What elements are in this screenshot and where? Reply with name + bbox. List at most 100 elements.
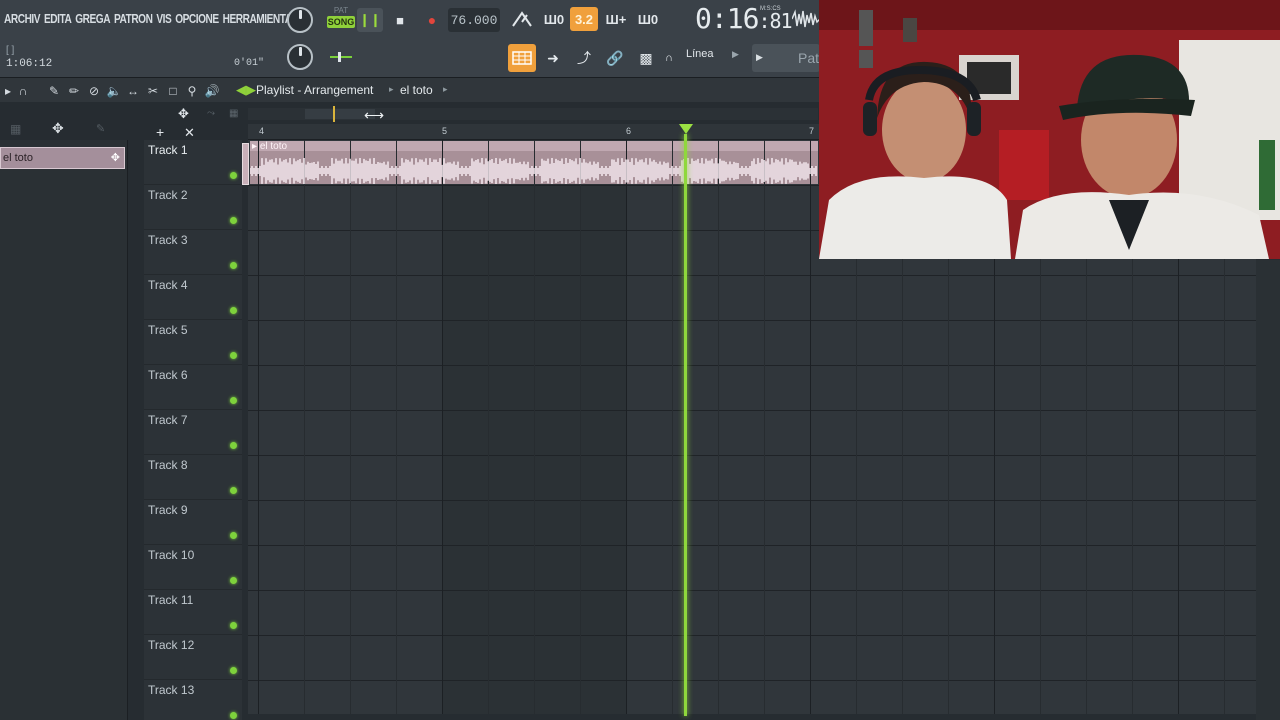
menu-view[interactable]: VIS	[156, 11, 171, 26]
slip-icon[interactable]: ↔	[125, 83, 141, 99]
track-mute-led[interactable]	[230, 262, 237, 269]
song-time-sub: :81	[758, 9, 792, 33]
select-icon[interactable]: □	[165, 83, 181, 99]
playlist-play-icon[interactable]: ◀▶	[236, 82, 256, 98]
arrow-forward-button[interactable]: ➜	[539, 44, 567, 72]
track-header[interactable]: Track 11	[144, 590, 242, 635]
track-header[interactable]: Track 2	[144, 185, 242, 230]
browser-button[interactable]: ▩	[632, 44, 660, 72]
master-slider[interactable]	[330, 52, 352, 62]
track-name: Track 2	[148, 188, 188, 202]
track-header[interactable]: Track 3	[144, 230, 242, 275]
magnet-icon: ∩	[665, 52, 673, 64]
step-edit-icon: Ш+	[605, 11, 627, 27]
track-mute-led[interactable]	[230, 307, 237, 314]
track-name: Track 8	[148, 458, 188, 472]
track-mute-led[interactable]	[230, 487, 237, 494]
ruler-bar-5: 5	[442, 126, 448, 136]
master-volume-knob[interactable]	[287, 7, 313, 33]
track-header[interactable]: Track 1	[144, 140, 242, 185]
hint-time: 1:06:12	[6, 58, 53, 70]
ruler-bar-7: 7	[809, 126, 815, 136]
menu-bar: ARCHIV EDITA GREGA PATRON VIS OPCIONE HE…	[4, 11, 296, 26]
close-icon[interactable]: ✕	[184, 125, 195, 141]
track-header[interactable]: Track 4	[144, 275, 242, 320]
options-arrow-icon[interactable]: ▸	[0, 83, 16, 99]
track-mute-led[interactable]	[230, 352, 237, 359]
magnet-icon[interactable]: ∩	[15, 83, 31, 99]
metronome-button[interactable]	[508, 7, 536, 31]
arrow-right-icon: ➜	[547, 49, 559, 66]
vertical-scrollbar[interactable]	[1256, 260, 1280, 720]
playhead-line[interactable]	[684, 134, 687, 716]
menu-patterns[interactable]: PATRON	[114, 11, 153, 26]
clip-handle[interactable]	[242, 143, 249, 185]
multi-arrow-icon[interactable]: ✥	[178, 106, 189, 122]
track-mute-led[interactable]	[230, 172, 237, 179]
menu-edit[interactable]: EDITA	[44, 11, 72, 26]
playhead-marker[interactable]	[679, 124, 693, 134]
track-header[interactable]: Track 5	[144, 320, 242, 365]
typing-keyboard-button[interactable]: 3.2	[570, 7, 598, 31]
track-mute-led[interactable]	[230, 442, 237, 449]
step-edit-button[interactable]: Ш+	[602, 7, 630, 31]
mute-icon[interactable]: 🔈	[106, 83, 122, 99]
playlist-header: ▸ ∩ ✎ ✏ ⊘ 🔈 ↔ ✂ □ ⚲ 🔊 ◀▶ Playlist - Arra…	[0, 78, 820, 102]
pencil-icon[interactable]: ✎	[46, 83, 62, 99]
play-pause-button[interactable]: ❙❙	[357, 8, 383, 32]
breadcrumb-pattern[interactable]: el toto	[400, 83, 433, 97]
record-icon: ●	[427, 12, 437, 28]
link-icon: 🔗	[606, 49, 624, 66]
master-pitch-knob[interactable]	[287, 44, 313, 70]
playback-icon[interactable]: 🔊	[204, 83, 220, 99]
picker-move-icon[interactable]: ✥	[52, 120, 64, 137]
track-header[interactable]: Track 8	[144, 455, 242, 500]
breadcrumb-separator-icon: ▸	[389, 84, 394, 94]
menu-tools[interactable]: HERRAMIENTA	[223, 11, 292, 26]
track-mute-led[interactable]	[230, 667, 237, 674]
picker-pen-icon: ✎	[96, 123, 106, 135]
pat-song-toggle[interactable]: PAT SONG	[327, 6, 355, 34]
wait-for-input-button[interactable]: Ш0	[540, 7, 568, 31]
track-name: Track 4	[148, 278, 188, 292]
clip-label: ▸ el toto	[252, 141, 288, 152]
track-name: Track 13	[148, 683, 195, 697]
typing-keyboard-label: 3.2	[574, 11, 594, 27]
track-header[interactable]: Track 7	[144, 410, 242, 455]
menu-options[interactable]: OPCIONE	[175, 11, 219, 26]
track-mute-led[interactable]	[230, 712, 237, 719]
track-header[interactable]: Track 13	[144, 680, 242, 720]
menu-file[interactable]: ARCHIV	[4, 11, 41, 26]
track-header[interactable]: Track 9	[144, 500, 242, 545]
playlist-button[interactable]	[508, 44, 536, 72]
delete-icon[interactable]: ⊘	[86, 83, 102, 99]
snap-select[interactable]: Línea	[686, 48, 714, 60]
tempo-display[interactable]: 76.000	[448, 8, 500, 32]
track-mute-led[interactable]	[230, 217, 237, 224]
slice-icon[interactable]: ✂	[145, 83, 161, 99]
add-track-icon[interactable]: +	[156, 124, 164, 140]
menu-add[interactable]: GREGA	[75, 11, 110, 26]
timeline-ruler[interactable]: 4 5 6 7	[248, 124, 820, 140]
track-mute-led[interactable]	[230, 577, 237, 584]
track-mute-led[interactable]	[230, 397, 237, 404]
picker-item-el-toto[interactable]: el toto ✥	[0, 147, 125, 169]
pattern-selector[interactable]: ▶ Patr	[752, 44, 824, 72]
magnet-snap-button[interactable]: ∩	[660, 44, 678, 72]
track-mute-led[interactable]	[230, 532, 237, 539]
track-header[interactable]: Track 10	[144, 545, 242, 590]
stop-button[interactable]: ■	[387, 8, 413, 32]
track-name: Track 6	[148, 368, 188, 382]
track-mute-led[interactable]	[230, 622, 237, 629]
track-header[interactable]: Track 6	[144, 365, 242, 410]
plugin-picker-button[interactable]: ⤴	[570, 44, 598, 72]
loop-record-button[interactable]: Ш0	[634, 7, 662, 31]
audio-waveform	[250, 158, 817, 184]
record-button[interactable]: ●	[419, 8, 445, 32]
paint-icon[interactable]: ✏	[66, 83, 82, 99]
track-header[interactable]: Track 12	[144, 635, 242, 680]
link-button[interactable]: 🔗	[601, 44, 629, 72]
track-headers: Track 1 Track 2 Track 3 Track 4 Track 5 Track…	[144, 140, 242, 720]
song-time-format: M:S:CS	[760, 6, 781, 12]
zoom-icon[interactable]: ⚲	[184, 83, 200, 99]
